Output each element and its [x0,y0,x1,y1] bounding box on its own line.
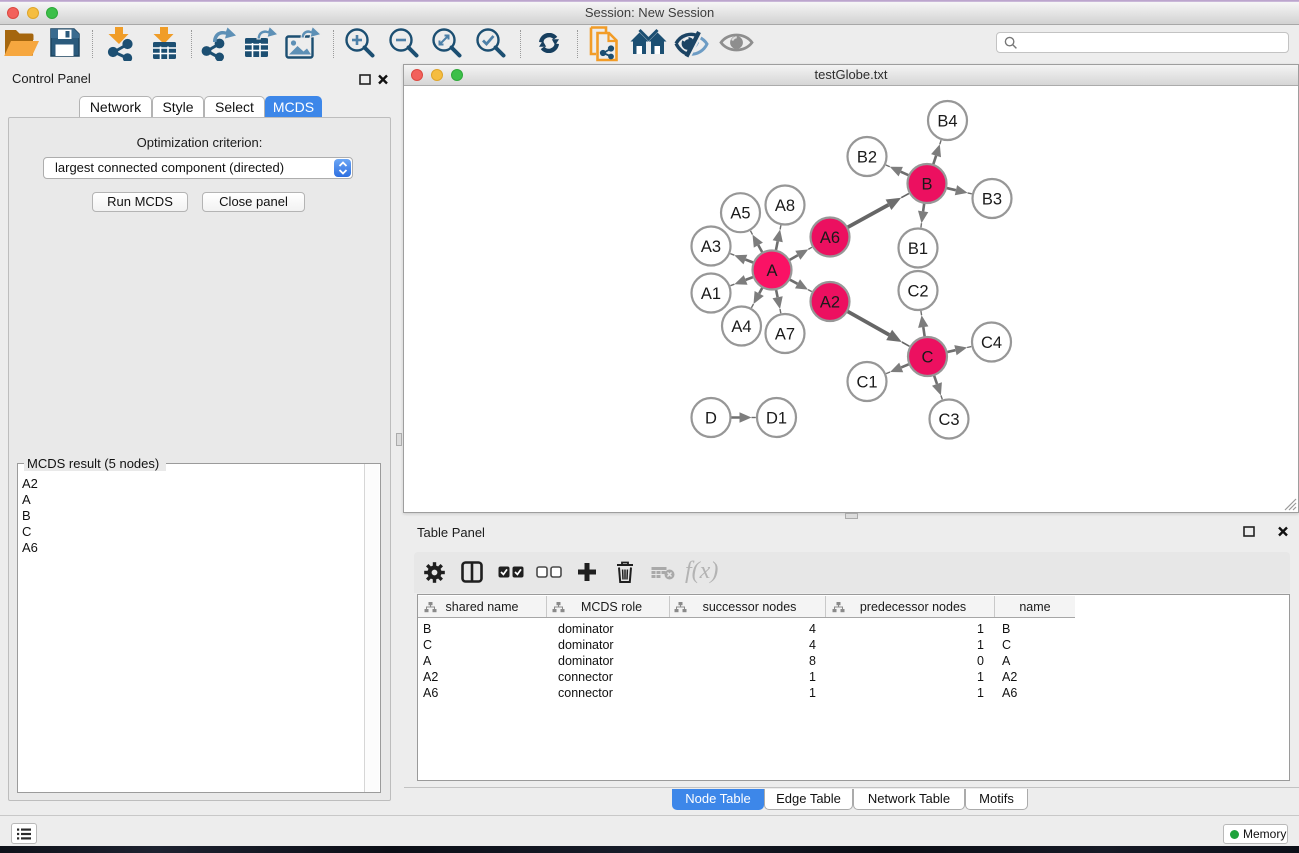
svg-text:A8: A8 [775,197,795,215]
svg-text:A: A [766,262,777,280]
svg-text:D1: D1 [766,409,787,427]
svg-text:A4: A4 [731,318,751,336]
svg-text:A5: A5 [730,205,750,223]
svg-text:B1: B1 [908,240,928,258]
svg-text:C3: C3 [938,411,959,429]
svg-text:B: B [921,175,932,193]
svg-text:D: D [705,409,717,427]
svg-text:A2: A2 [820,293,840,311]
svg-text:A3: A3 [701,238,721,256]
svg-text:A6: A6 [820,229,840,247]
svg-text:C4: C4 [981,334,1002,352]
svg-text:B2: B2 [857,148,877,166]
svg-text:C2: C2 [907,282,928,300]
svg-text:B3: B3 [982,190,1002,208]
svg-text:C1: C1 [856,373,877,391]
svg-text:A1: A1 [701,285,721,303]
svg-text:C: C [922,348,934,366]
svg-text:B4: B4 [937,112,957,130]
svg-text:A7: A7 [775,325,795,343]
